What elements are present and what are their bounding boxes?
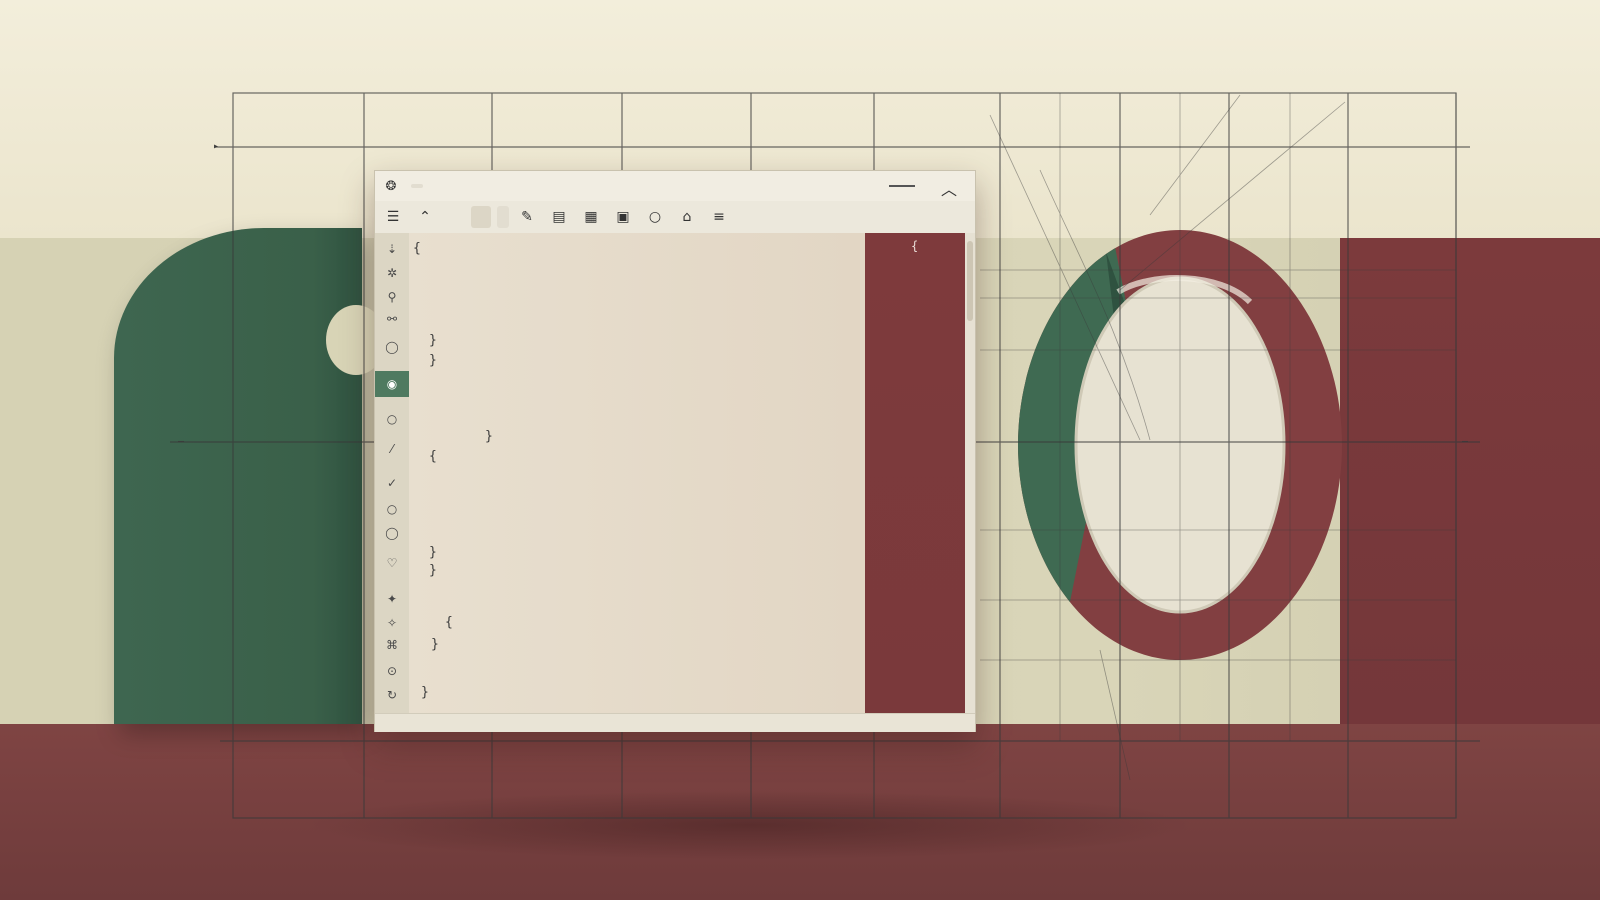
toolbar-button-3[interactable] <box>497 206 509 228</box>
code-line[interactable]: } <box>431 637 439 653</box>
circle-icon[interactable]: ○ <box>641 205 669 229</box>
edit-icon[interactable]: ✎ <box>513 205 541 229</box>
editor-app-icon: ❂ <box>385 178 397 194</box>
toolbar-button-1[interactable] <box>445 206 465 228</box>
code-line[interactable]: { <box>445 615 453 631</box>
pen-icon[interactable]: ⁄ <box>375 439 409 459</box>
code-area[interactable]: { }}} {}} {}} <box>409 233 865 731</box>
file-path-tab[interactable] <box>411 184 423 188</box>
save-icon[interactable]: ▦ <box>577 205 605 229</box>
code-line[interactable]: } <box>485 429 493 445</box>
clipboard-icon[interactable]: ▣ <box>609 205 637 229</box>
bell-icon[interactable]: ⌂ <box>673 205 701 229</box>
green-block-shape <box>114 228 362 724</box>
star-icon[interactable]: ✦ <box>375 589 409 609</box>
sparkle-icon[interactable]: ✧ <box>375 613 409 633</box>
heart-icon[interactable]: ♡ <box>375 553 409 573</box>
link-icon[interactable]: ⚯ <box>375 309 409 329</box>
ring-svg <box>1018 230 1342 660</box>
caret-up-icon[interactable]: ⌃ <box>411 205 439 229</box>
toolbar-button-2[interactable] <box>471 206 491 228</box>
code-line[interactable]: { <box>429 449 437 465</box>
circle-icon[interactable]: ◯ <box>375 523 409 543</box>
sparkle-icon[interactable]: ✲ <box>375 263 409 283</box>
check-icon[interactable]: ✓ <box>375 473 409 493</box>
axis-tick-left-mid: — <box>178 436 185 447</box>
code-editor-window[interactable]: ❂ ︿ ☰ ⌃ ✎ ▤ ▦ ▣ ○ ⌂ ≡ ⇣ ✲ ⚲ ⚯ ◯ ◉ ○ ⁄ ✓ … <box>374 170 976 732</box>
bookmark-icon[interactable]: ⚲ <box>375 287 409 307</box>
code-line[interactable]: } <box>429 563 437 579</box>
dot-icon[interactable]: ⊙ <box>375 661 409 681</box>
circle-icon[interactable]: ○ <box>375 499 409 519</box>
activity-gutter: ⇣ ✲ ⚲ ⚯ ◯ ◉ ○ ⁄ ✓ ○ ◯ ♡ ✦ ✧ ⌘ ⊙ ↻ <box>375 233 410 731</box>
title-bar[interactable]: ❂ ︿ <box>375 171 975 201</box>
code-line[interactable]: } <box>429 353 437 369</box>
minimize-icon[interactable] <box>889 185 915 187</box>
circle-icon[interactable]: ◯ <box>375 337 409 357</box>
code-line[interactable]: { <box>413 241 429 257</box>
floor-shadow <box>300 790 1200 860</box>
side-panel: { <box>865 233 965 713</box>
axis-tick-left-top: ▸ <box>213 141 220 152</box>
code-line[interactable]: } <box>429 333 437 349</box>
code-line[interactable]: } <box>429 545 437 561</box>
eye-icon[interactable]: ◉ <box>375 371 409 397</box>
background-right-panel <box>1340 238 1600 724</box>
editor-toolbar: ☰ ⌃ ✎ ▤ ▦ ▣ ○ ⌂ ≡ <box>375 201 975 234</box>
chevron-up-icon[interactable]: ︿ <box>941 176 957 200</box>
circle-icon[interactable]: ○ <box>375 409 409 429</box>
menu-icon[interactable]: ≡ <box>705 205 733 229</box>
code-line[interactable]: } <box>421 685 429 701</box>
hamburger-menu-icon[interactable]: ☰ <box>379 205 407 229</box>
layout-icon[interactable]: ▤ <box>545 205 573 229</box>
arrow-icon[interactable]: ⇣ <box>375 239 409 259</box>
tag-icon[interactable]: ⌘ <box>375 635 409 655</box>
axis-tick-right-mid: — <box>1462 436 1469 447</box>
status-bar <box>375 713 975 732</box>
side-panel-mark: { <box>911 239 919 253</box>
scrollbar-thumb[interactable] <box>967 241 973 321</box>
refresh-icon[interactable]: ↻ <box>375 685 409 705</box>
ring-shape <box>1010 222 1350 668</box>
